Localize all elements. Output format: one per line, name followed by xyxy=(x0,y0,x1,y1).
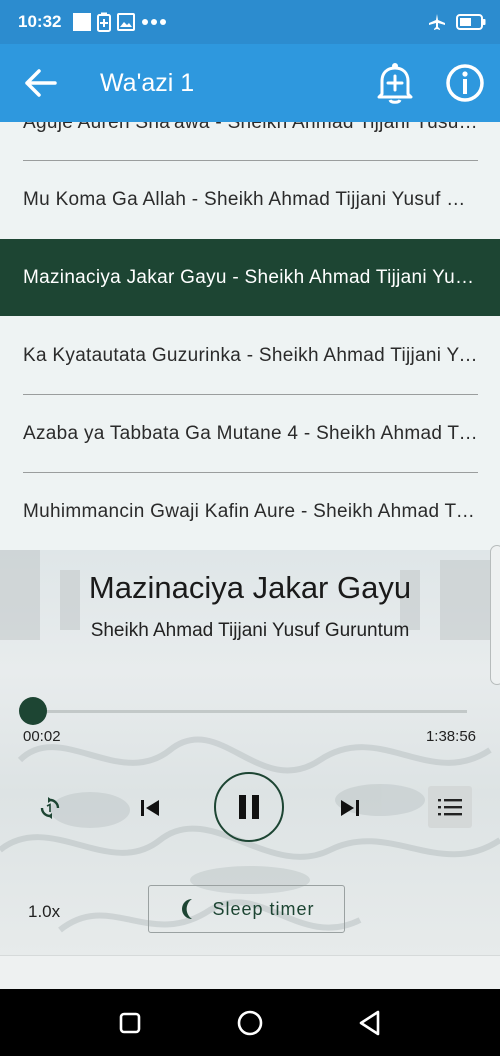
airplane-icon xyxy=(429,14,445,30)
seek-bar[interactable] xyxy=(33,710,467,713)
arrow-left-icon xyxy=(25,69,57,97)
home-button[interactable] xyxy=(228,1001,272,1045)
queue-button[interactable] xyxy=(428,786,472,828)
sleep-timer-label: Sleep timer xyxy=(212,898,315,919)
bottom-strip xyxy=(0,955,500,990)
image-icon xyxy=(117,13,136,31)
status-time: 10:32 xyxy=(18,12,62,31)
list-item-active[interactable]: Mazinaciya Jakar Gayu - Sheikh Ahmad Tij… xyxy=(0,239,500,316)
skip-next-icon xyxy=(341,800,359,816)
status-notification-icons xyxy=(73,12,167,32)
square-notification-icon xyxy=(73,13,92,31)
repeat-button[interactable] xyxy=(32,790,68,826)
recents-button[interactable] xyxy=(110,1003,150,1043)
track-title: Aguje Auren Sha'awa - Sheikh Ahmad Tijja… xyxy=(23,122,478,133)
page-title: Wa'azi 1 xyxy=(100,69,195,97)
more-dots-icon xyxy=(142,19,167,25)
track-title: Mu Koma Ga Allah - Sheikh Ahmad Tijjani … xyxy=(23,188,478,210)
moon-icon xyxy=(182,899,193,919)
app-bar: Wa'azi 1 xyxy=(0,44,500,122)
battery-saver-icon xyxy=(97,12,112,32)
info-button[interactable] xyxy=(442,60,488,106)
total-duration: 1:38:56 xyxy=(425,728,476,745)
notification-add-button[interactable] xyxy=(372,58,418,108)
skip-previous-icon xyxy=(141,800,159,816)
bell-plus-icon xyxy=(377,63,413,104)
list-item[interactable]: Mu Koma Ga Allah - Sheikh Ahmad Tijjani … xyxy=(0,161,500,238)
sleep-timer-button[interactable]: Sleep timer xyxy=(148,885,345,933)
info-circle-icon xyxy=(446,64,484,102)
track-title: Muhimmancin Gwaji Kafin Aure - Sheikh Ah… xyxy=(23,500,478,522)
queue-list-icon xyxy=(438,799,462,816)
track-title: Ka Kyatautata Guzurinka - Sheikh Ahmad T… xyxy=(23,344,478,366)
battery-icon xyxy=(456,14,486,30)
list-item[interactable]: Ka Kyatautata Guzurinka - Sheikh Ahmad T… xyxy=(0,317,500,394)
status-bar: 10:32 xyxy=(0,0,500,44)
side-panel-handle[interactable] xyxy=(490,545,500,685)
elapsed-time: 00:02 xyxy=(23,728,61,745)
nav-back-button[interactable] xyxy=(350,1003,390,1043)
list-item[interactable]: Azaba ya Tabbata Ga Mutane 4 - Sheikh Ah… xyxy=(0,395,500,472)
play-pause-button[interactable] xyxy=(214,772,284,842)
circle-home-icon xyxy=(237,1010,263,1036)
now-playing-artist: Sheikh Ahmad Tijjani Yusuf Guruntum xyxy=(90,620,410,641)
track-title: Mazinaciya Jakar Gayu - Sheikh Ahmad Tij… xyxy=(23,266,478,288)
list-item[interactable]: Muhimmancin Gwaji Kafin Aure - Sheikh Ah… xyxy=(0,473,500,550)
playback-speed-button[interactable]: 1.0x xyxy=(28,902,60,922)
seek-thumb[interactable] xyxy=(19,697,48,725)
pause-icon xyxy=(239,795,259,819)
now-playing-title: Mazinaciya Jakar Gayu xyxy=(88,570,412,605)
player-panel: Mazinaciya Jakar Gayu Sheikh Ahmad Tijja… xyxy=(0,550,500,955)
track-title: Azaba ya Tabbata Ga Mutane 4 - Sheikh Ah… xyxy=(23,422,478,444)
triangle-back-icon xyxy=(359,1010,380,1036)
back-button[interactable] xyxy=(18,58,62,108)
repeat-icon xyxy=(40,797,60,819)
previous-button[interactable] xyxy=(130,788,170,828)
square-recents-icon xyxy=(119,1012,141,1034)
system-navigation-bar xyxy=(0,989,500,1056)
list-item[interactable]: Aguje Auren Sha'awa - Sheikh Ahmad Tijja… xyxy=(0,122,500,161)
status-system-icons xyxy=(428,0,486,44)
next-button[interactable] xyxy=(330,788,370,828)
track-list[interactable]: Aguje Auren Sha'awa - Sheikh Ahmad Tijja… xyxy=(0,122,500,550)
